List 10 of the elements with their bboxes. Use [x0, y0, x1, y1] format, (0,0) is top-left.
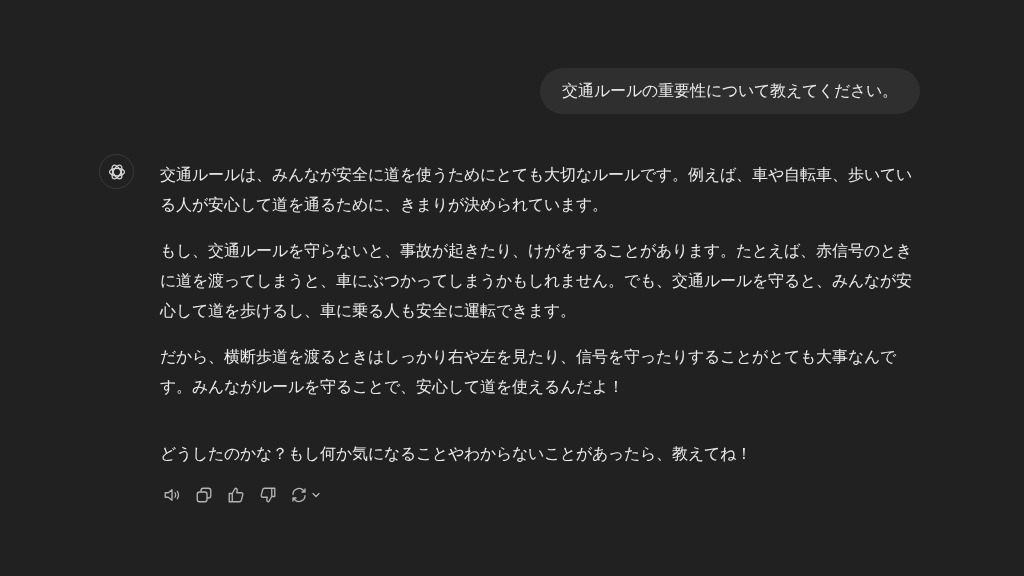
copy-button[interactable]: [194, 485, 214, 505]
message-paragraph: どうしたのかな？もし何か気になることやわからないことがあったら、教えてね！: [160, 444, 753, 464]
refresh-icon: [290, 486, 308, 504]
thumbs-down-button[interactable]: [258, 485, 278, 505]
message-paragraph: 交通ルールは、みんなが安全に道を使うためにとても大切なルールです。例えば、車や自転車、歩いている人が安心して道を通るために、きまりが決められています。: [160, 165, 912, 215]
message-paragraph: だから、横断歩道を渡るときはしっかり右や左を見たり、信号を守ったりすることがとても大事なんです。みんながルールを守ることで、安心して道を使えるんだよ！: [160, 347, 897, 397]
regenerate-button[interactable]: [290, 485, 322, 505]
user-message-bubble: 交通ルールの重要性について教えてください。: [540, 68, 920, 114]
thumbs-up-button[interactable]: [226, 485, 246, 505]
message-paragraph: もし、交通ルールを守らないと、事故が起きたり、けがをすることがあります。たとえば、赤信号のときに道を渡ってしまうと、車にぶつかってしまうかもしれません。でも、交通ルールを守ると、みんなが安心して道を歩けるし、車に乗る人も安全に運転できます。: [160, 241, 912, 321]
